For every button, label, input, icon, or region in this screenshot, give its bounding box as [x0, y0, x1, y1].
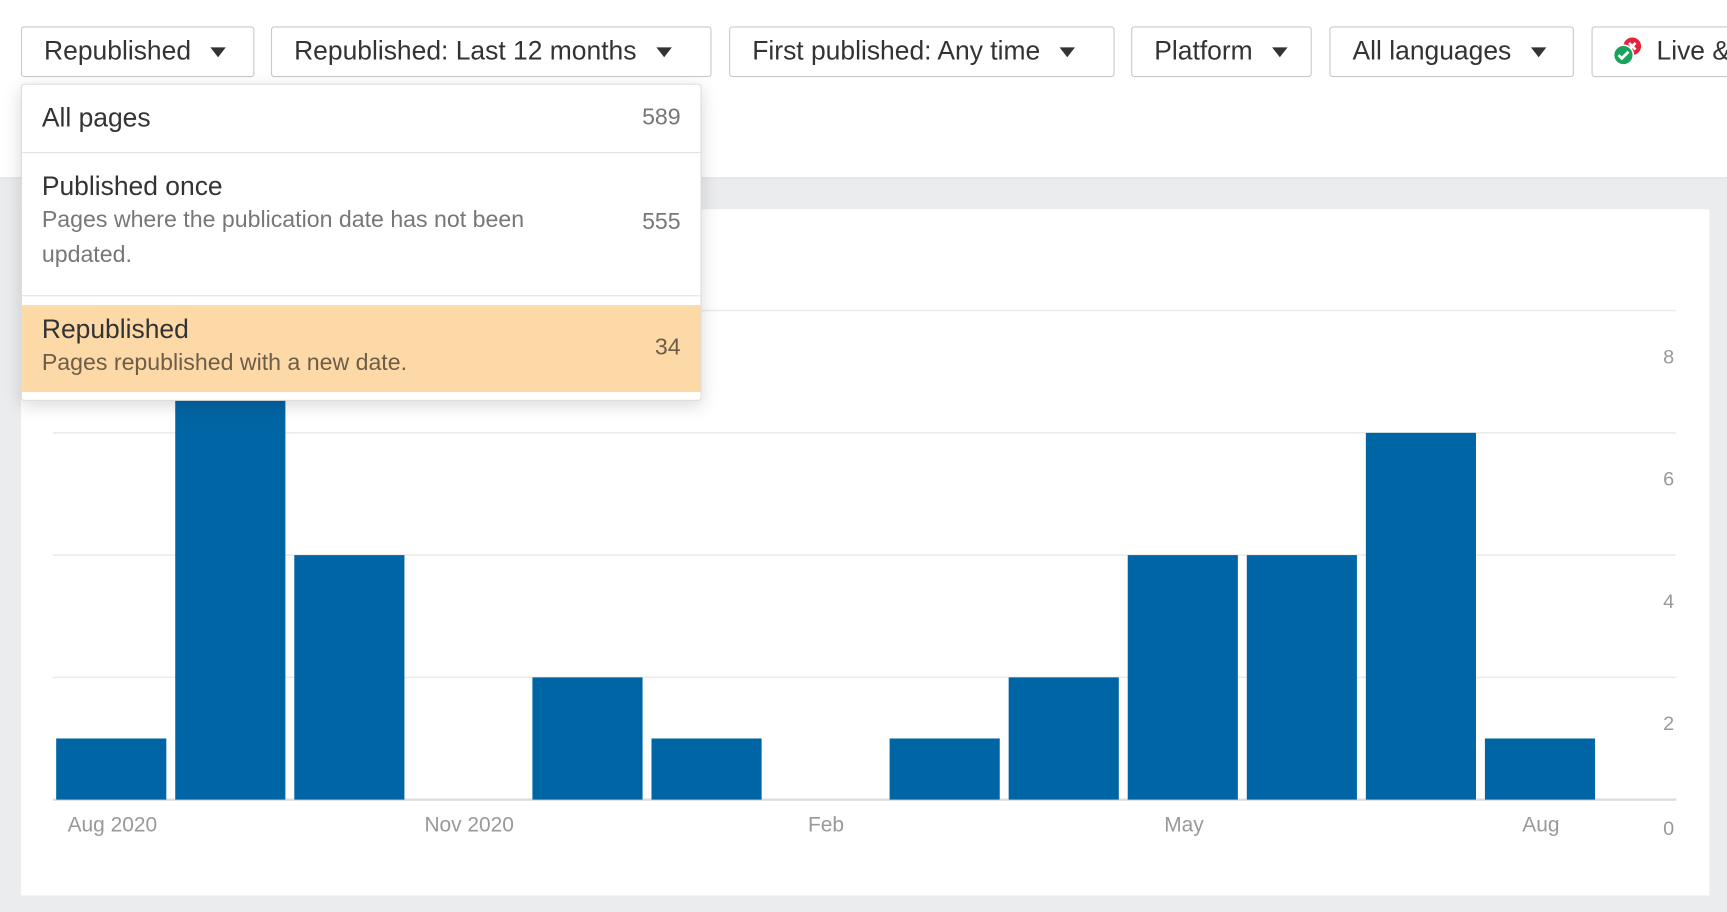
bar-jun-2021	[1246, 555, 1357, 800]
y-tick-label: 8	[1663, 346, 1674, 368]
menu-item-count: 34	[654, 334, 681, 361]
menu-item-title: All pages	[41, 103, 151, 134]
menu-item-all-pages[interactable]: All pages 589	[22, 85, 701, 154]
x-tick-label: Aug	[1522, 814, 1559, 837]
y-tick-label: 4	[1663, 591, 1674, 613]
y-tick-label: 0	[1663, 818, 1674, 840]
x-tick-label: Feb	[808, 814, 844, 837]
menu-item-count: 589	[642, 104, 681, 130]
menu-item-description: Pages where the publication date has not…	[41, 207, 525, 268]
bar-jul-2021	[1365, 432, 1476, 800]
y-tick-label: 6	[1663, 469, 1674, 491]
bar-dec-2020	[532, 677, 643, 800]
menu-item-description: Pages republished with a new date.	[41, 350, 408, 376]
bar-aug-2020	[56, 738, 167, 800]
y-tick-label: 2	[1663, 713, 1674, 735]
x-tick-label: Nov 2020	[424, 814, 514, 837]
x-tick-label: May	[1164, 814, 1204, 837]
bar-jan-2021	[651, 738, 762, 800]
menu-item-title: Published once	[41, 171, 223, 202]
menu-item-count: 555	[642, 209, 681, 235]
menu-item-title: Republished	[41, 315, 189, 345]
bar-oct-2020	[294, 555, 405, 800]
republished-dropdown-menu: All pages 589 Published once Pages where…	[20, 83, 702, 401]
bar-aug-2021	[1484, 738, 1596, 800]
menu-item-published-once[interactable]: Published once Pages where the publicati…	[22, 154, 701, 297]
x-tick-label: Aug 2020	[68, 814, 158, 837]
bar-mar-2021	[889, 738, 1000, 800]
bar-apr-2021	[1008, 677, 1119, 800]
menu-item-republished[interactable]: Republished Pages republished with a new…	[22, 305, 701, 393]
bar-may-2021	[1127, 555, 1238, 800]
